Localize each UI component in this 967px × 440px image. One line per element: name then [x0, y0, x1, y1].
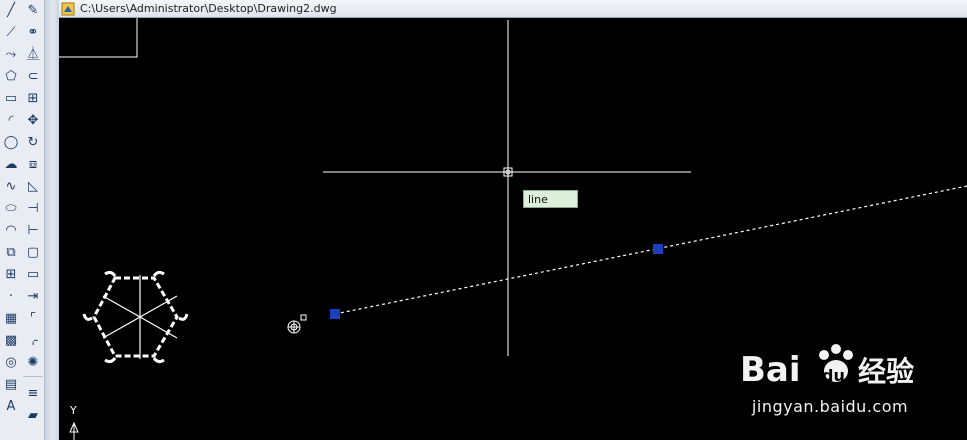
snap-marker-icon: [287, 314, 307, 334]
baidu-watermark: Bai du 经验 jingyan.baidu.com: [740, 335, 940, 425]
spline-icon[interactable]: ∿: [1, 176, 21, 196]
drawing-file-path: C:\Users\Administrator\Desktop\Drawing2.…: [80, 2, 337, 15]
baidu-brand-b: du: [822, 366, 845, 385]
stretch-icon[interactable]: ◺: [23, 176, 43, 196]
dashed-line-entity[interactable]: [334, 185, 967, 315]
offset-icon[interactable]: ⊂: [23, 66, 43, 86]
explode-icon[interactable]: ✺: [23, 352, 43, 372]
rectangle-icon[interactable]: ▭: [1, 88, 21, 108]
baidu-brand-a: Bai: [740, 350, 801, 390]
chamfer-icon[interactable]: ⌜: [23, 308, 43, 328]
polygon-icon[interactable]: ⬠: [1, 66, 21, 86]
watermark-url: jingyan.baidu.com: [751, 397, 909, 416]
make-block-icon[interactable]: ⊞: [1, 264, 21, 284]
layer-icon[interactable]: ▰: [23, 405, 43, 425]
break-icon[interactable]: ▭: [23, 264, 43, 284]
toolbar-separator: [23, 376, 43, 381]
trim-icon[interactable]: ⊣: [23, 198, 43, 218]
fillet-icon[interactable]: ⌌: [23, 330, 43, 350]
modify-toolbar: ✎ ⚭ ⏅ ⊂ ⊞ ✥ ↻ ⧈ ◺ ⊣ ⊢ ▢ ▭ ⇥ ⌜ ⌌ ✺ ≡ ▰: [22, 0, 45, 440]
line-icon[interactable]: ╱: [1, 0, 21, 20]
join-icon[interactable]: ⇥: [23, 286, 43, 306]
hexagon-block[interactable]: [82, 270, 189, 364]
hatch-icon[interactable]: ▦: [1, 308, 21, 328]
drawing-title-bar: C:\Users\Administrator\Desktop\Drawing2.…: [59, 0, 967, 18]
command-tooltip: line: [523, 190, 578, 208]
rotate-icon[interactable]: ↻: [23, 132, 43, 152]
extend-icon[interactable]: ⊢: [23, 220, 43, 240]
viewport-frame: [59, 18, 138, 58]
revision-cloud-icon[interactable]: ☁: [1, 154, 21, 174]
circle-icon[interactable]: ◯: [1, 132, 21, 152]
move-icon[interactable]: ✥: [23, 110, 43, 130]
grip-midpoint[interactable]: [653, 244, 663, 254]
properties-icon[interactable]: ≡: [23, 383, 43, 403]
dwg-document-icon: [61, 2, 75, 15]
multiline-text-icon[interactable]: A: [1, 396, 21, 416]
scale-icon[interactable]: ⧈: [23, 154, 43, 174]
ucs-y-label: Y: [69, 404, 77, 417]
arc-icon[interactable]: ◜: [1, 110, 21, 130]
region-icon[interactable]: ◎: [1, 352, 21, 372]
break-at-point-icon[interactable]: ▢: [23, 242, 43, 262]
drawing-canvas[interactable]: Y line Bai du 经验 jingyan.baidu.com: [59, 18, 967, 440]
ucs-icon: [69, 421, 79, 440]
insert-block-icon[interactable]: ⧉: [1, 242, 21, 262]
ellipse-icon[interactable]: ⬭: [1, 198, 21, 218]
baidu-logo: Bai du 经验: [740, 344, 914, 390]
polyline-icon[interactable]: ⤳: [1, 44, 21, 64]
table-icon[interactable]: ▤: [1, 374, 21, 394]
construction-line-icon[interactable]: ⟋: [1, 22, 21, 42]
mirror-icon[interactable]: ⏅: [23, 44, 43, 64]
copy-icon[interactable]: ⚭: [23, 22, 43, 42]
toolbar-splitter[interactable]: [45, 0, 59, 440]
draw-toolbar: ╱ ⟋ ⤳ ⬠ ▭ ◜ ◯ ☁ ∿ ⬭ ◠ ⧉ ⊞ · ▦ ▩ ◎ ▤ A: [0, 0, 23, 440]
baidu-brand-cn: 经验: [858, 355, 914, 388]
ellipse-arc-icon[interactable]: ◠: [1, 220, 21, 240]
erase-icon[interactable]: ✎: [23, 0, 43, 20]
point-icon[interactable]: ·: [1, 286, 21, 306]
array-icon[interactable]: ⊞: [23, 88, 43, 108]
grip-start[interactable]: [330, 309, 340, 319]
gradient-icon[interactable]: ▩: [1, 330, 21, 350]
